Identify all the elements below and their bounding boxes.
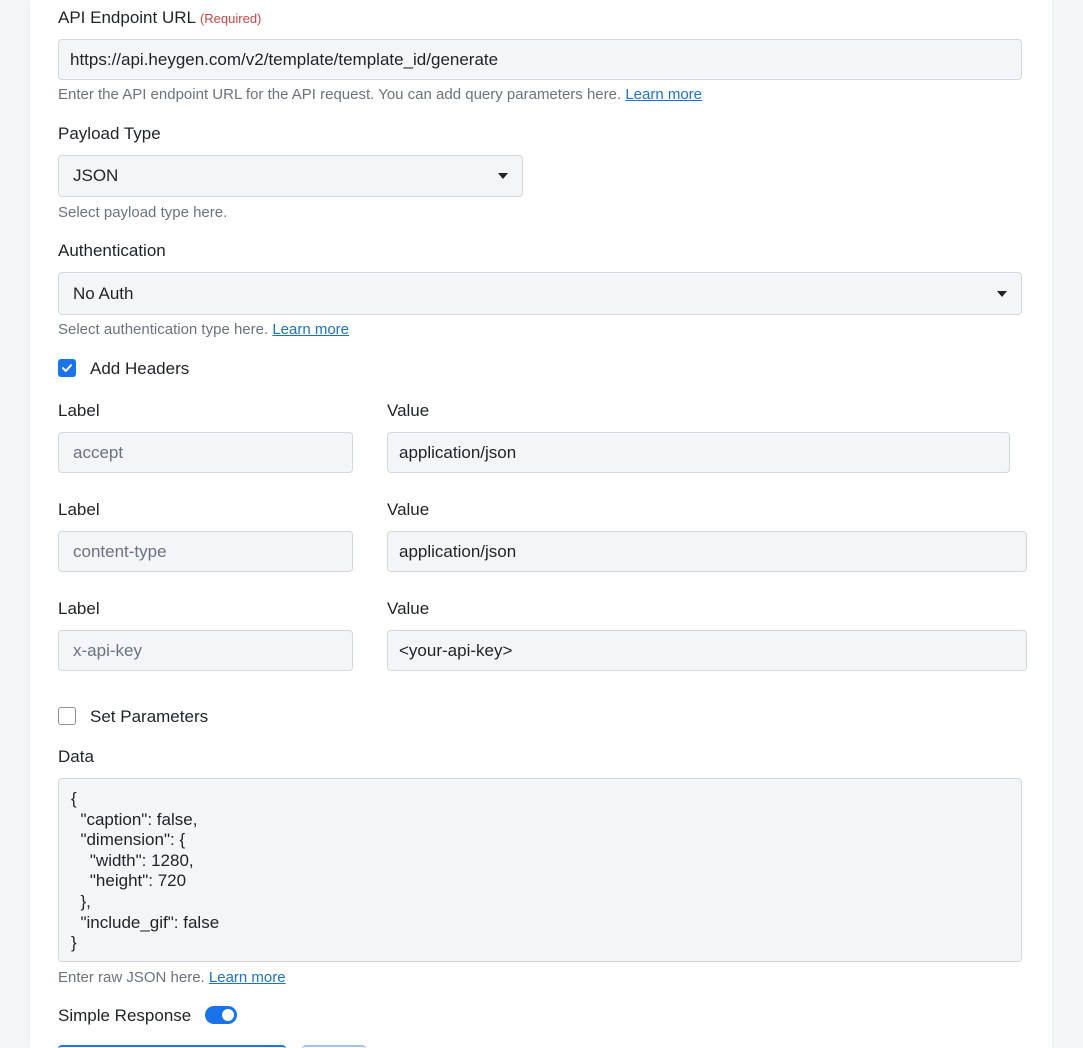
payload-type-value: JSON — [73, 166, 119, 185]
header-value-input[interactable]: <your-api-key> — [387, 630, 1027, 671]
data-json-textarea[interactable]: { "caption": false, "dimension": { "widt… — [58, 778, 1022, 962]
checkmark-icon — [62, 364, 72, 372]
header-value-input[interactable]: application/json — [387, 432, 1010, 473]
header-value-caption: Value — [387, 599, 430, 618]
simple-response-toggle[interactable] — [205, 1006, 237, 1024]
payload-type-help: Select payload type here. — [58, 204, 228, 221]
endpoint-label-text: API Endpoint URL — [58, 8, 196, 27]
header-value-input[interactable]: application/json — [387, 531, 1027, 572]
header-label-caption: Label — [58, 500, 100, 519]
endpoint-help: Enter the API endpoint URL for the API r… — [58, 86, 702, 103]
add-headers-checkbox[interactable] — [58, 359, 76, 377]
authentication-help-text: Select authentication type here. — [58, 321, 269, 338]
chevron-down-icon — [498, 173, 508, 179]
header-label-caption: Label — [58, 599, 100, 618]
endpoint-learn-more-link[interactable]: Learn more — [625, 86, 702, 103]
authentication-help: Select authentication type here. Learn m… — [58, 321, 349, 338]
data-help: Enter raw JSON here. Learn more — [58, 969, 286, 986]
required-badge: (Required) — [199, 11, 262, 26]
header-label-caption: Label — [58, 401, 100, 420]
header-label-input[interactable]: x-api-key — [58, 630, 353, 671]
endpoint-label: API Endpoint URL (Required) — [58, 8, 261, 28]
header-value-caption: Value — [387, 500, 430, 519]
data-label: Data — [58, 747, 94, 766]
endpoint-url-input[interactable]: https://api.heygen.com/v2/template/templ… — [58, 39, 1022, 80]
header-label-input[interactable]: content-type — [58, 531, 353, 572]
payload-type-select[interactable]: JSON — [58, 155, 523, 197]
simple-response-label: Simple Response — [58, 1006, 192, 1025]
header-value-caption: Value — [387, 401, 430, 420]
set-parameters-label: Set Parameters — [90, 707, 209, 726]
authentication-learn-more-link[interactable]: Learn more — [272, 321, 349, 338]
data-learn-more-link[interactable]: Learn more — [209, 969, 286, 986]
authentication-value: No Auth — [73, 283, 134, 303]
endpoint-help-text: Enter the API endpoint URL for the API r… — [58, 86, 622, 103]
chevron-down-icon — [997, 290, 1007, 297]
toggle-knob — [222, 1009, 234, 1021]
header-label-input[interactable]: accept — [58, 432, 353, 473]
set-parameters-checkbox[interactable] — [58, 707, 76, 725]
add-headers-label: Add Headers — [90, 359, 190, 378]
authentication-select[interactable]: No Auth — [58, 272, 1022, 315]
form-panel: API Endpoint URL (Required) https://api.h… — [30, 0, 1052, 1048]
data-help-text: Enter raw JSON here. — [58, 969, 205, 986]
payload-type-label: Payload Type — [58, 124, 161, 143]
authentication-label: Authentication — [58, 241, 166, 260]
